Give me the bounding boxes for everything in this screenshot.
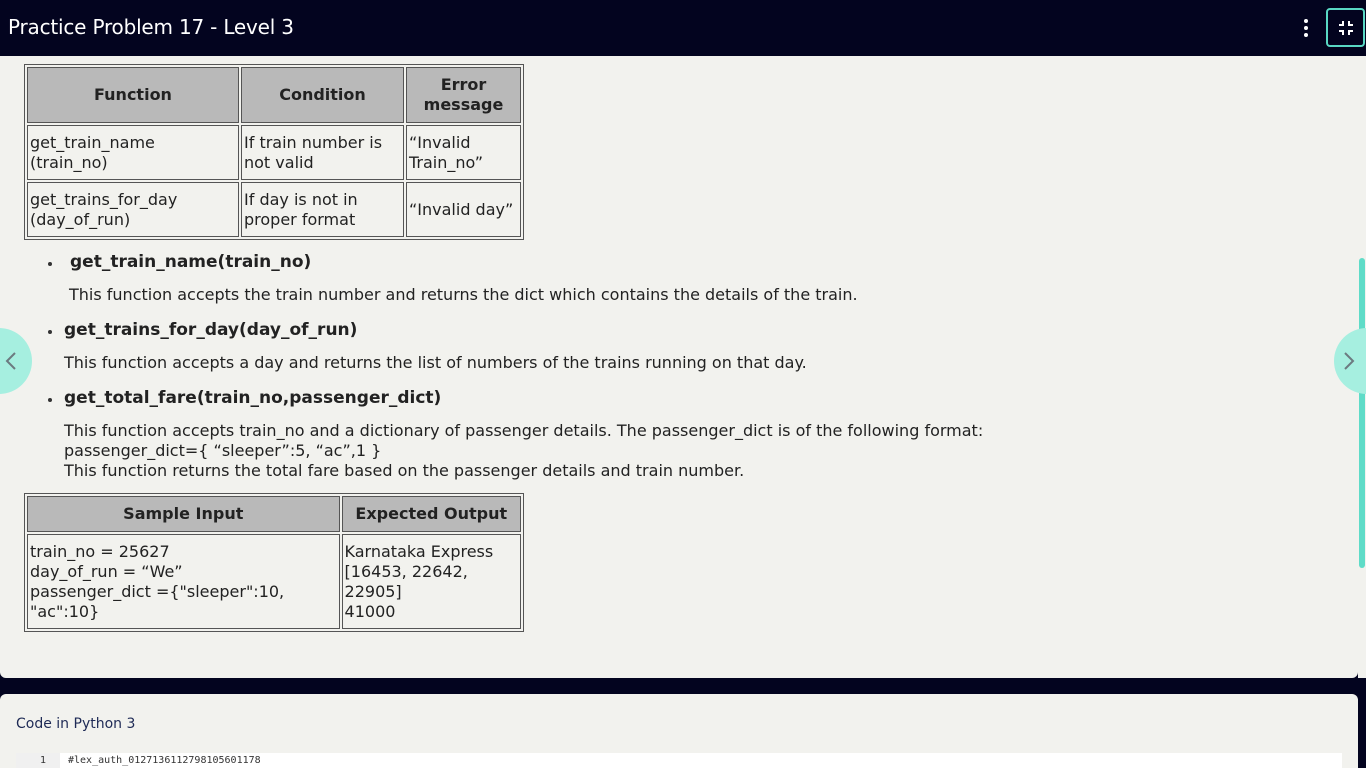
- kebab-menu-icon[interactable]: [1296, 16, 1316, 40]
- function-description: This function accepts a day and returns …: [64, 353, 807, 372]
- code-editor-panel: Code in Python 3 1 #lex_auth_01271361127…: [0, 694, 1358, 768]
- input-line: day_of_run = “We”: [30, 561, 183, 581]
- column-header: Function: [27, 67, 239, 123]
- function-name: get_train_name(train_no): [70, 252, 312, 272]
- top-bar: Practice Problem 17 - Level 3: [0, 0, 1366, 56]
- expected-output-cell: Karnataka Express [16453, 22642, 22905] …: [341, 534, 521, 629]
- page-title: Practice Problem 17 - Level 3: [8, 15, 294, 39]
- table-cell: “Invalid day”: [406, 182, 521, 237]
- bullet-point: [48, 262, 52, 266]
- editor-language-label: Code in Python 3: [16, 716, 136, 732]
- collapse-fullscreen-icon: [1338, 20, 1353, 35]
- table-cell: get_trains_for_day (day_of_run): [27, 182, 239, 237]
- output-line: [16453, 22642,: [344, 561, 468, 581]
- input-line: passenger_dict ={"sleeper":10,: [30, 581, 285, 601]
- chevron-right-icon: [1344, 352, 1355, 370]
- table-row: get_train_name (train_no) If train numbe…: [27, 125, 521, 180]
- output-line: 41000: [344, 601, 396, 621]
- line-number: 1: [40, 755, 47, 766]
- problem-content-panel: Function Condition Error message get_tra…: [0, 56, 1358, 678]
- table-header-row: Function Condition Error message: [27, 67, 521, 123]
- description-line: This function returns the total fare bas…: [64, 461, 745, 480]
- scrollbar-thumb[interactable]: [1359, 258, 1365, 568]
- bullet-point: [48, 398, 52, 402]
- column-header: Error message: [406, 67, 521, 123]
- column-header: Expected Output: [341, 496, 521, 532]
- table-cell: If train number is not valid: [241, 125, 404, 180]
- function-name: get_total_fare(train_no,passenger_dict): [64, 388, 442, 408]
- error-conditions-table: Function Condition Error message get_tra…: [24, 64, 524, 240]
- table-row: get_trains_for_day (day_of_run) If day i…: [27, 182, 521, 237]
- sample-input-cell: train_no = 25627 day_of_run = “We” passe…: [27, 534, 340, 629]
- output-line: Karnataka Express: [344, 541, 494, 561]
- table-header-row: Sample Input Expected Output: [27, 496, 521, 532]
- description-line: This function accepts train_no and a dic…: [64, 421, 984, 440]
- input-line: "ac":10}: [30, 601, 100, 621]
- function-description: This function accepts train_no and a dic…: [64, 421, 983, 481]
- description-line: passenger_dict={ “sleeper”:5, “ac”,1 }: [64, 441, 382, 460]
- bullet-point: [48, 330, 52, 334]
- sample-io-table: Sample Input Expected Output train_no = …: [24, 493, 524, 632]
- input-line: train_no = 25627: [30, 541, 170, 561]
- chevron-left-icon: [5, 352, 16, 370]
- column-header: Condition: [241, 67, 404, 123]
- table-cell: If day is not in proper format: [241, 182, 404, 237]
- table-row: train_no = 25627 day_of_run = “We” passe…: [27, 534, 521, 629]
- table-cell: get_train_name (train_no): [27, 125, 239, 180]
- table-cell: “Invalid Train_no”: [406, 125, 521, 180]
- function-name: get_trains_for_day(day_of_run): [64, 320, 358, 340]
- collapse-fullscreen-button[interactable]: [1326, 8, 1365, 47]
- output-line: 22905]: [344, 581, 402, 601]
- code-line[interactable]: #lex_auth_01271361127981056011​78: [68, 755, 261, 766]
- function-description: This function accepts the train number a…: [69, 285, 858, 304]
- column-header: Sample Input: [27, 496, 340, 532]
- line-number-gutter: [16, 753, 60, 768]
